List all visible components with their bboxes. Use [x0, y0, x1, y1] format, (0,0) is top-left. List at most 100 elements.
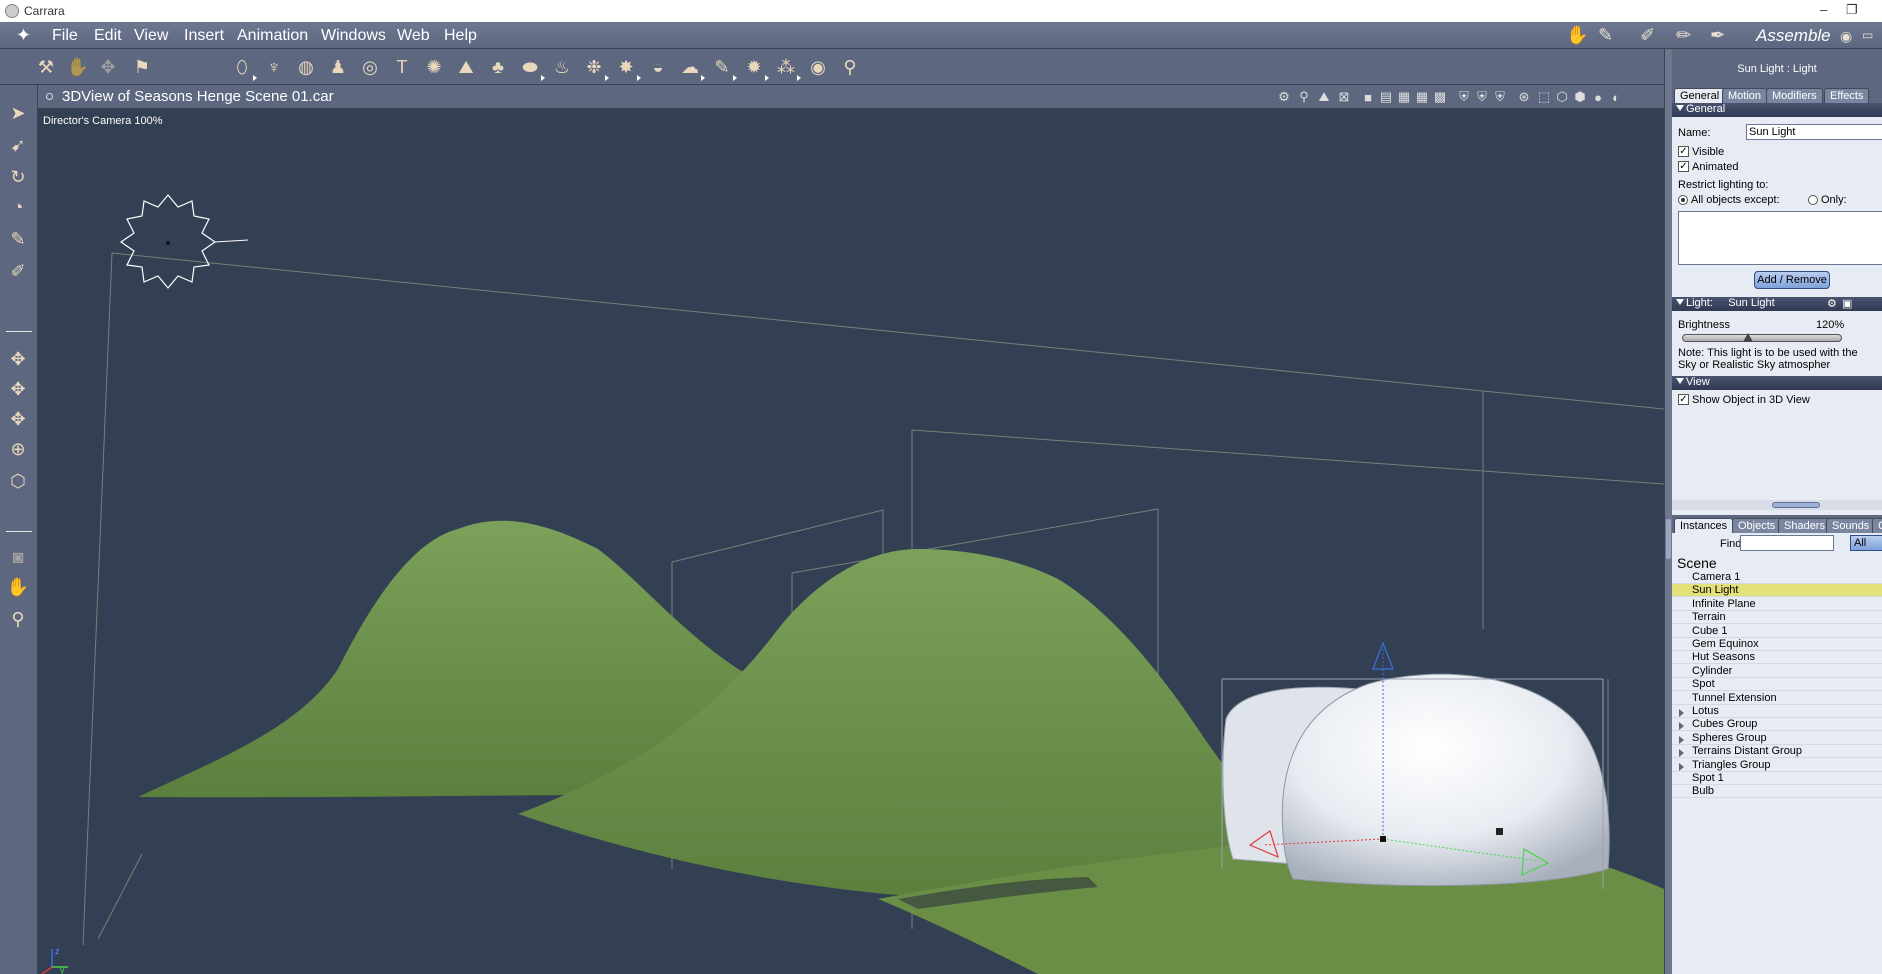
solid-cube-icon[interactable]: ⬢: [1572, 89, 1588, 105]
gear-icon[interactable]: ✺: [422, 55, 446, 79]
tree-item-lotus[interactable]: Lotus: [1672, 705, 1882, 718]
tree-item-bulb[interactable]: Bulb: [1672, 785, 1882, 799]
light-bulb-icon[interactable]: ✎: [710, 55, 737, 81]
tab-general[interactable]: General: [1674, 88, 1726, 103]
tab-shaders[interactable]: Shaders: [1778, 518, 1831, 533]
tree-icon[interactable]: ♣: [486, 55, 510, 79]
restore-button[interactable]: ❐: [1846, 2, 1858, 18]
room-texture-icon[interactable]: ✏: [1676, 25, 1702, 45]
view-options-icon[interactable]: [46, 93, 53, 100]
light-options-icon[interactable]: ⚙: [1827, 297, 1837, 310]
tree-item-spot-1[interactable]: Spot 1: [1672, 772, 1882, 785]
brightness-slider-thumb[interactable]: [1743, 333, 1753, 342]
camera-icon[interactable]: ◙: [6, 545, 30, 569]
panel-divider-grip[interactable]: [1772, 502, 1820, 508]
menu-windows[interactable]: Windows: [321, 27, 386, 45]
target-icon[interactable]: ◎: [358, 55, 382, 79]
layout-four-icon[interactable]: ▦: [1414, 89, 1430, 105]
visible-checkbox[interactable]: ✓: [1678, 146, 1689, 157]
cylinder-primitive-icon[interactable]: ⬯: [230, 55, 257, 81]
light-section-header[interactable]: Light: Sun Light ⚙ ▣: [1672, 297, 1882, 311]
sun-light-gizmo[interactable]: [119, 194, 249, 289]
expand-arrow-icon[interactable]: [1679, 762, 1684, 771]
lighting-objects-list[interactable]: [1678, 211, 1882, 265]
close-view-icon[interactable]: ⊠: [1336, 89, 1352, 105]
tree-item-terrain[interactable]: Terrain: [1672, 611, 1882, 625]
3d-viewport[interactable]: z y Director's Camera 100%: [38, 109, 1664, 974]
move-tool-icon[interactable]: ✥: [96, 55, 120, 79]
figure-icon[interactable]: ♟: [326, 55, 350, 79]
panel-toggle-icon[interactable]: ▭: [1862, 28, 1882, 48]
find-input[interactable]: [1740, 535, 1834, 551]
filter-select[interactable]: All: [1850, 535, 1882, 551]
shield-c-icon[interactable]: ⛨: [1492, 89, 1508, 105]
hand-tool-icon[interactable]: ✋: [66, 55, 90, 79]
tree-item-triangles-group[interactable]: Triangles Group: [1672, 759, 1882, 772]
tree-item-cube-1[interactable]: Cube 1: [1672, 625, 1882, 638]
menu-insert[interactable]: Insert: [184, 27, 224, 45]
move-xy-icon[interactable]: ✥: [6, 347, 30, 371]
move-xz-icon[interactable]: ✥: [6, 377, 30, 401]
name-field[interactable]: [1746, 124, 1882, 140]
pan-hand-icon[interactable]: ✋: [6, 575, 30, 599]
select-arrow-icon[interactable]: ➤: [6, 101, 30, 125]
add-remove-button[interactable]: Add / Remove: [1754, 271, 1830, 289]
tree-item-tunnel-extension[interactable]: Tunnel Extension: [1672, 692, 1882, 705]
rotate-tool-icon[interactable]: ↻: [6, 165, 30, 189]
compass-icon[interactable]: ⊛: [1516, 89, 1532, 105]
text-icon[interactable]: T: [390, 55, 414, 79]
lattice-icon[interactable]: ✸: [614, 55, 641, 81]
dotted-box-icon[interactable]: ⬚: [1536, 89, 1552, 105]
tab-objects[interactable]: Objects: [1732, 518, 1782, 533]
panel-splitter[interactable]: [1664, 49, 1672, 974]
menu-edit[interactable]: Edit: [94, 27, 122, 45]
hut-seasons[interactable]: [1281, 673, 1610, 887]
layout-single-icon[interactable]: ■: [1360, 89, 1376, 105]
move-yz-icon[interactable]: ✥: [6, 407, 30, 431]
view-section-header[interactable]: View: [1672, 376, 1882, 390]
splitter-grip[interactable]: [1666, 519, 1671, 559]
menu-file[interactable]: File: [52, 27, 78, 45]
group-icon[interactable]: ⁂: [774, 55, 801, 81]
bone-icon[interactable]: ⚲: [838, 55, 862, 79]
bowl-icon[interactable]: ◒: [646, 55, 670, 79]
layout-two-icon[interactable]: ▤: [1378, 89, 1394, 105]
goblet-icon[interactable]: ♆: [262, 55, 286, 79]
tree-item-gem-equinox[interactable]: Gem Equinox: [1672, 638, 1882, 651]
camera-select-icon[interactable]: ⚙: [1276, 89, 1292, 105]
show-in-3d-view-checkbox[interactable]: ✓: [1678, 394, 1689, 405]
layout-three-icon[interactable]: ▦: [1396, 89, 1412, 105]
scene-icon[interactable]: ⛰: [1316, 89, 1332, 105]
expand-arrow-icon[interactable]: [1679, 722, 1684, 731]
expand-arrow-icon[interactable]: [1679, 735, 1684, 744]
tree-item-camera-1[interactable]: Camera 1: [1672, 571, 1882, 584]
tab-modifiers[interactable]: Modifiers: [1766, 88, 1823, 103]
zoom-magnifier-icon[interactable]: ⚲: [6, 607, 30, 631]
general-section-header[interactable]: General: [1672, 103, 1882, 117]
tree-item-cubes-group[interactable]: Cubes Group: [1672, 718, 1882, 732]
expand-arrow-icon[interactable]: [1679, 749, 1684, 758]
menu-help[interactable]: Help: [444, 27, 477, 45]
tree-item-hut-seasons[interactable]: Hut Seasons: [1672, 651, 1882, 665]
trackball-icon[interactable]: ⊕: [6, 437, 30, 461]
direct-select-icon[interactable]: ➹: [6, 133, 30, 157]
flame-icon[interactable]: ♨: [550, 55, 574, 79]
expand-arrow-icon[interactable]: [1679, 709, 1684, 717]
plane-icon[interactable]: ⬬: [518, 55, 545, 81]
scale-tool-icon[interactable]: ◔: [6, 195, 30, 219]
bounding-box-icon[interactable]: ⬡: [6, 469, 30, 493]
sphere-icon[interactable]: ◍: [294, 55, 318, 79]
animated-checkbox[interactable]: ✓: [1678, 161, 1689, 172]
menu-web[interactable]: Web: [397, 27, 430, 45]
brightness-slider[interactable]: [1682, 333, 1842, 342]
tree-item-cylinder[interactable]: Cylinder: [1672, 665, 1882, 678]
tree-item-terrains-distant-group[interactable]: Terrains Distant Group: [1672, 745, 1882, 759]
tab-motion[interactable]: Motion: [1722, 88, 1768, 103]
light-menu-icon[interactable]: ▣: [1842, 297, 1852, 310]
wand-tool-icon[interactable]: ⚒: [34, 55, 58, 79]
sun-light-icon[interactable]: ✹: [742, 55, 769, 81]
tab-effects[interactable]: Effects: [1824, 88, 1870, 103]
carrara-logo-icon[interactable]: ✦: [16, 25, 40, 45]
particles-icon[interactable]: ❉: [582, 55, 609, 81]
cloud-icon[interactable]: ☁: [678, 55, 705, 81]
